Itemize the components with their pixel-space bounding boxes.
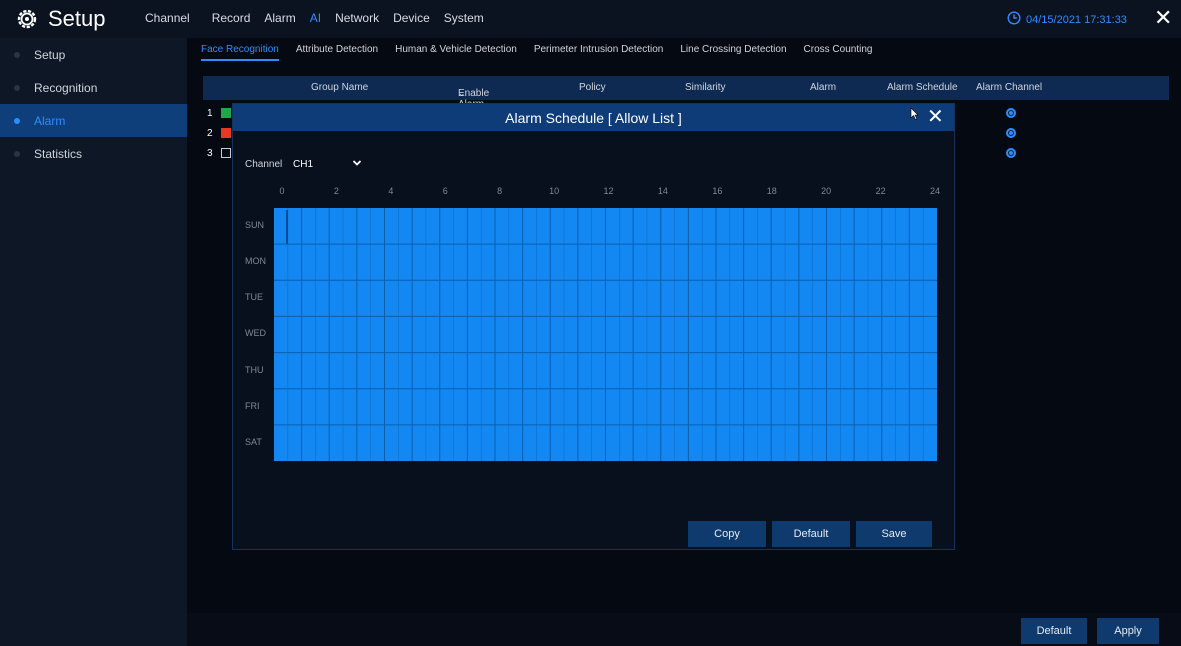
col-alarm-schedule: Alarm Schedule: [887, 82, 958, 93]
close-icon[interactable]: ✕: [1154, 7, 1172, 29]
tab-human-vehicle-detection[interactable]: Human & Vehicle Detection: [395, 44, 517, 61]
nav-record[interactable]: Record: [212, 11, 251, 25]
day-label: SAT: [245, 436, 262, 447]
close-icon[interactable]: ✕: [927, 106, 944, 128]
clock: 04/15/2021 17:31:33: [1007, 11, 1127, 28]
schedule-grid[interactable]: [274, 208, 937, 461]
app-title: Setup: [48, 6, 106, 31]
clock-text: 04/15/2021 17:31:33: [1026, 13, 1127, 26]
hour-label: 2: [333, 186, 339, 196]
channel-select-value: CH1: [293, 159, 314, 170]
copy-button[interactable]: Copy: [688, 521, 766, 547]
row-number: 1: [207, 108, 213, 119]
hour-label: 14: [657, 186, 668, 196]
chevron-down-icon: [352, 156, 362, 173]
tab-attribute-detection[interactable]: Attribute Detection: [296, 44, 378, 61]
hour-label: 12: [603, 186, 614, 196]
dialog-title: Alarm Schedule [ Allow List ]: [505, 110, 682, 126]
hour-label: 16: [712, 186, 723, 196]
default-button[interactable]: Default: [1021, 618, 1087, 644]
channel-select[interactable]: CH1: [289, 155, 367, 173]
day-label: SUN: [245, 220, 265, 230]
hour-label: 6: [442, 186, 448, 196]
table-header: Group Name Enable Alarm ⌄ Policy Similar…: [203, 76, 1169, 110]
col-policy: Policy: [579, 82, 606, 93]
bullet-icon: [14, 51, 20, 58]
nav-system[interactable]: System: [444, 11, 484, 25]
nav-device[interactable]: Device: [393, 11, 430, 25]
bullet-icon: [14, 117, 20, 124]
bullet-icon: [14, 150, 20, 157]
col-group-name: Group Name: [311, 82, 369, 93]
nav-ai[interactable]: AI: [310, 11, 321, 25]
day-label: TUE: [245, 292, 263, 303]
sidebar-item-label: Alarm: [34, 113, 66, 128]
sidebar-item-setup[interactable]: Setup: [0, 38, 187, 71]
gear-icon: [16, 8, 38, 30]
sidebar-item-statistics[interactable]: Statistics: [0, 137, 187, 170]
tab-cross-counting[interactable]: Cross Counting: [804, 44, 873, 61]
nav-channel[interactable]: Channel: [145, 11, 190, 25]
alarm-channel-radio[interactable]: [1006, 128, 1016, 138]
hour-label: 18: [766, 186, 777, 196]
tab-perimeter-intrusion-detection[interactable]: Perimeter Intrusion Detection: [534, 44, 664, 61]
row-number: 2: [207, 128, 213, 139]
chevron-down-icon: ⌄: [458, 88, 466, 98]
sub-tabs: Face Recognition Attribute Detection Hum…: [201, 44, 889, 61]
col-alarm-channel: Alarm Channel: [976, 82, 1043, 93]
sidebar-item-label: Recognition: [34, 80, 98, 95]
channel-label: Channel: [245, 159, 283, 170]
hour-label: 4: [388, 186, 394, 196]
top-bar: Setup Channel Record Alarm AI Network De…: [0, 0, 1181, 38]
alarm-schedule-dialog: Alarm Schedule [ Allow List ] ✕ Channel …: [232, 103, 955, 550]
hour-label: 10: [549, 186, 560, 196]
group-color-swatch: [221, 108, 231, 118]
bullet-icon: [14, 84, 20, 91]
row-number: 3: [207, 148, 213, 159]
tab-line-crossing-detection[interactable]: Line Crossing Detection: [680, 44, 786, 61]
day-label: MON: [245, 256, 266, 267]
sidebar-item-alarm[interactable]: Alarm: [0, 104, 187, 137]
app-logo: Setup: [16, 6, 106, 32]
mouse-cursor-icon: [910, 107, 919, 125]
sidebar-item-label: Statistics: [34, 146, 83, 161]
nav-network[interactable]: Network: [335, 11, 379, 25]
default-button[interactable]: Default: [772, 521, 850, 547]
apply-button[interactable]: Apply: [1097, 618, 1159, 644]
save-button[interactable]: Save: [856, 521, 932, 547]
dialog-header: Alarm Schedule [ Allow List ] ✕: [233, 104, 954, 131]
hour-label: 0: [279, 186, 285, 196]
top-nav: Channel Record Alarm AI Network Device S…: [145, 11, 498, 25]
hour-label: 24: [929, 186, 940, 196]
alarm-channel-radio[interactable]: [1006, 108, 1016, 118]
alarm-channel-radio[interactable]: [1006, 148, 1016, 158]
hour-label: 8: [497, 186, 503, 196]
day-label: THU: [245, 364, 264, 375]
sidebar-item-label: Setup: [34, 47, 66, 62]
sidebar: Setup Recognition Alarm Statistics: [0, 38, 187, 646]
clock-icon: [1007, 11, 1021, 28]
sidebar-item-recognition[interactable]: Recognition: [0, 71, 187, 104]
hour-label: 20: [821, 186, 832, 196]
bottom-bar: Default Apply: [187, 613, 1181, 646]
hour-label: 22: [875, 186, 886, 196]
nav-alarm[interactable]: Alarm: [264, 11, 295, 25]
group-color-swatch: [221, 128, 231, 138]
day-label: FRI: [245, 400, 260, 411]
tab-face-recognition[interactable]: Face Recognition: [201, 44, 279, 61]
day-label: WED: [245, 328, 266, 339]
col-similarity: Similarity: [685, 82, 726, 93]
group-color-swatch: [221, 148, 231, 158]
col-alarm: Alarm: [810, 82, 837, 93]
